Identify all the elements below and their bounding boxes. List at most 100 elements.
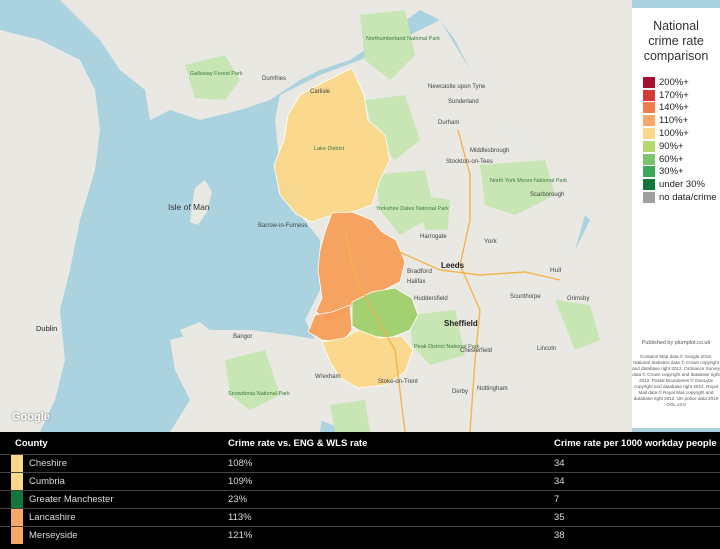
legend-item: 170%+ bbox=[632, 89, 720, 102]
cell-rate: 113% bbox=[228, 512, 252, 523]
legend-title-line: crime rate bbox=[648, 34, 704, 48]
county-name: Cumbria bbox=[29, 476, 65, 487]
attribution: Published by plumplot.co.uk Contains Map… bbox=[632, 340, 720, 408]
map-label-dumfries: Dumfries bbox=[262, 76, 286, 82]
cell-county: Greater Manchester bbox=[0, 491, 228, 508]
legend-item: 200%+ bbox=[632, 76, 720, 89]
header-per1000: Crime rate per 1000 workday people bbox=[554, 437, 717, 449]
map-label-wrexham: Wrexham bbox=[315, 374, 341, 380]
legend-swatch bbox=[643, 166, 655, 178]
map-label-stoke: Stoke-on-Trent bbox=[378, 379, 418, 385]
map-label-yorkshire-dales: Yorkshire Dales National Park bbox=[376, 206, 449, 212]
map-label-leeds: Leeds bbox=[441, 261, 465, 270]
county-table: County Crime rate vs. ENG & WLS rate Cri… bbox=[0, 432, 720, 544]
legend-label: 170%+ bbox=[659, 89, 689, 101]
map-label-middlesbrough: Middlesbrough bbox=[470, 148, 509, 154]
map-label-hull: Hull bbox=[550, 267, 562, 274]
cell-rate: 121% bbox=[228, 530, 253, 541]
table-row[interactable]: Merseyside 121% 38 bbox=[0, 526, 720, 544]
map-label-lake-district: Lake District bbox=[314, 146, 345, 152]
legend-item: under 30% bbox=[632, 178, 720, 191]
cell-county: Cheshire bbox=[0, 455, 228, 472]
legend-item: 60%+ bbox=[632, 153, 720, 166]
legend-swatch bbox=[643, 128, 655, 140]
legend-label: 30%+ bbox=[659, 166, 684, 178]
legend-label: under 30% bbox=[659, 179, 705, 191]
legend-label: 100%+ bbox=[659, 128, 689, 140]
map-label-halifax: Halifax bbox=[407, 279, 425, 285]
legend-swatch bbox=[643, 153, 655, 165]
map-label-peak-district: Peak District National Park bbox=[414, 344, 480, 350]
legend-item: 110%+ bbox=[632, 114, 720, 127]
legend-swatch bbox=[643, 76, 655, 88]
google-logo: Google bbox=[12, 411, 50, 423]
county-name: Merseyside bbox=[29, 530, 78, 541]
map-label-northumberland: Northumberland National Park bbox=[366, 36, 440, 42]
map-label-bangor: Bangor bbox=[233, 334, 252, 340]
map-label-harrogate: Harrogate bbox=[420, 234, 447, 240]
park-shropshire bbox=[330, 400, 370, 432]
map-label-nottingham: Nottingham bbox=[477, 386, 508, 392]
county-name: Lancashire bbox=[29, 512, 76, 523]
map-label-sheffield: Sheffield bbox=[444, 319, 478, 328]
table-body: Cheshire 108% 34 Cumbria 109% 34 Greater Manch… bbox=[0, 454, 720, 544]
cell-county: Merseyside bbox=[0, 527, 228, 544]
legend-swatch bbox=[643, 140, 655, 152]
legend-label: 140%+ bbox=[659, 102, 689, 114]
cell-county: Cumbria bbox=[0, 473, 228, 490]
legend-swatch bbox=[643, 179, 655, 191]
legend-label: 90%+ bbox=[659, 140, 684, 152]
map-label-newcastle: Newcastle upon Tyne bbox=[428, 84, 486, 90]
park-nidderdale bbox=[420, 195, 450, 230]
legend-item: 100%+ bbox=[632, 127, 720, 140]
legend-item: no data/crime bbox=[632, 191, 720, 204]
map-label-north-york-moors: North York Moors National Park bbox=[490, 178, 567, 184]
cell-rate: 23% bbox=[228, 494, 248, 505]
legend-swatch bbox=[643, 192, 655, 204]
cell-county: Lancashire bbox=[0, 509, 228, 526]
cell-per1000: 34 bbox=[554, 476, 565, 487]
cell-per1000: 7 bbox=[554, 494, 560, 505]
table-row[interactable]: Cumbria 109% 34 bbox=[0, 472, 720, 490]
map-label-huddersfield: Huddersfield bbox=[414, 296, 448, 302]
map-label-stockton: Stockton-on-Tees bbox=[446, 159, 493, 165]
header-rate-vs: Crime rate vs. ENG & WLS rate bbox=[228, 437, 368, 449]
legend-label: 200%+ bbox=[659, 76, 689, 88]
legend-swatch bbox=[643, 115, 655, 127]
map-label-carlisle: Carlisle bbox=[310, 89, 331, 95]
map-label-dublin: Dublin bbox=[36, 324, 57, 333]
legend-title-line: comparison bbox=[643, 49, 709, 63]
county-name: Greater Manchester bbox=[29, 494, 114, 505]
legend-item: 140%+ bbox=[632, 102, 720, 115]
legend-item: 90%+ bbox=[632, 140, 720, 153]
legend-swatch bbox=[643, 89, 655, 101]
legend-title-line: National bbox=[653, 19, 699, 33]
map-label-durham: Durham bbox=[438, 120, 459, 126]
map-label-york: York bbox=[484, 238, 498, 245]
map-label-sunderland: Sunderland bbox=[448, 99, 479, 105]
table-row[interactable]: Greater Manchester 23% 7 bbox=[0, 490, 720, 508]
legend-item: 30%+ bbox=[632, 166, 720, 179]
legend-label: 110%+ bbox=[659, 115, 689, 127]
map-label-snowdonia: Snowdonia National Park bbox=[228, 391, 290, 397]
map-label-lincoln: Lincoln bbox=[537, 346, 556, 352]
header-county: County bbox=[15, 437, 48, 449]
cell-per1000: 35 bbox=[554, 512, 565, 523]
attribution-published-by: Published by plumplot.co.uk bbox=[641, 340, 711, 346]
cell-rate: 108% bbox=[228, 458, 253, 469]
table-header: County Crime rate vs. ENG & WLS rate Cri… bbox=[0, 432, 720, 454]
table-row[interactable]: Cheshire 108% 34 bbox=[0, 454, 720, 472]
table-row[interactable]: Lancashire 113% 35 bbox=[0, 508, 720, 526]
map-label-derby: Derby bbox=[452, 389, 468, 395]
attribution-text: Contains Map data © Google 2019. Nationa… bbox=[632, 354, 720, 407]
legend-list: 200%+ 170%+ 140%+ 110%+ 100%+ 90%+ 60%+ 30%+ und… bbox=[632, 76, 720, 204]
legend-swatch bbox=[643, 102, 655, 114]
map-label-barrow: Barrow-in-Furness bbox=[258, 223, 307, 229]
map[interactable]: Isle of Man Dublin Leeds Sheffield Bradf… bbox=[0, 0, 720, 432]
map-label-galloway: Galloway Forest Park bbox=[190, 71, 243, 77]
legend-label: 60%+ bbox=[659, 153, 684, 165]
map-label-scarborough: Scarborough bbox=[530, 192, 564, 198]
legend-title: National crime rate comparison bbox=[632, 19, 720, 64]
map-label-scunthorpe: Scunthorpe bbox=[510, 294, 541, 300]
map-label-isle-of-man: Isle of Man bbox=[168, 202, 210, 212]
